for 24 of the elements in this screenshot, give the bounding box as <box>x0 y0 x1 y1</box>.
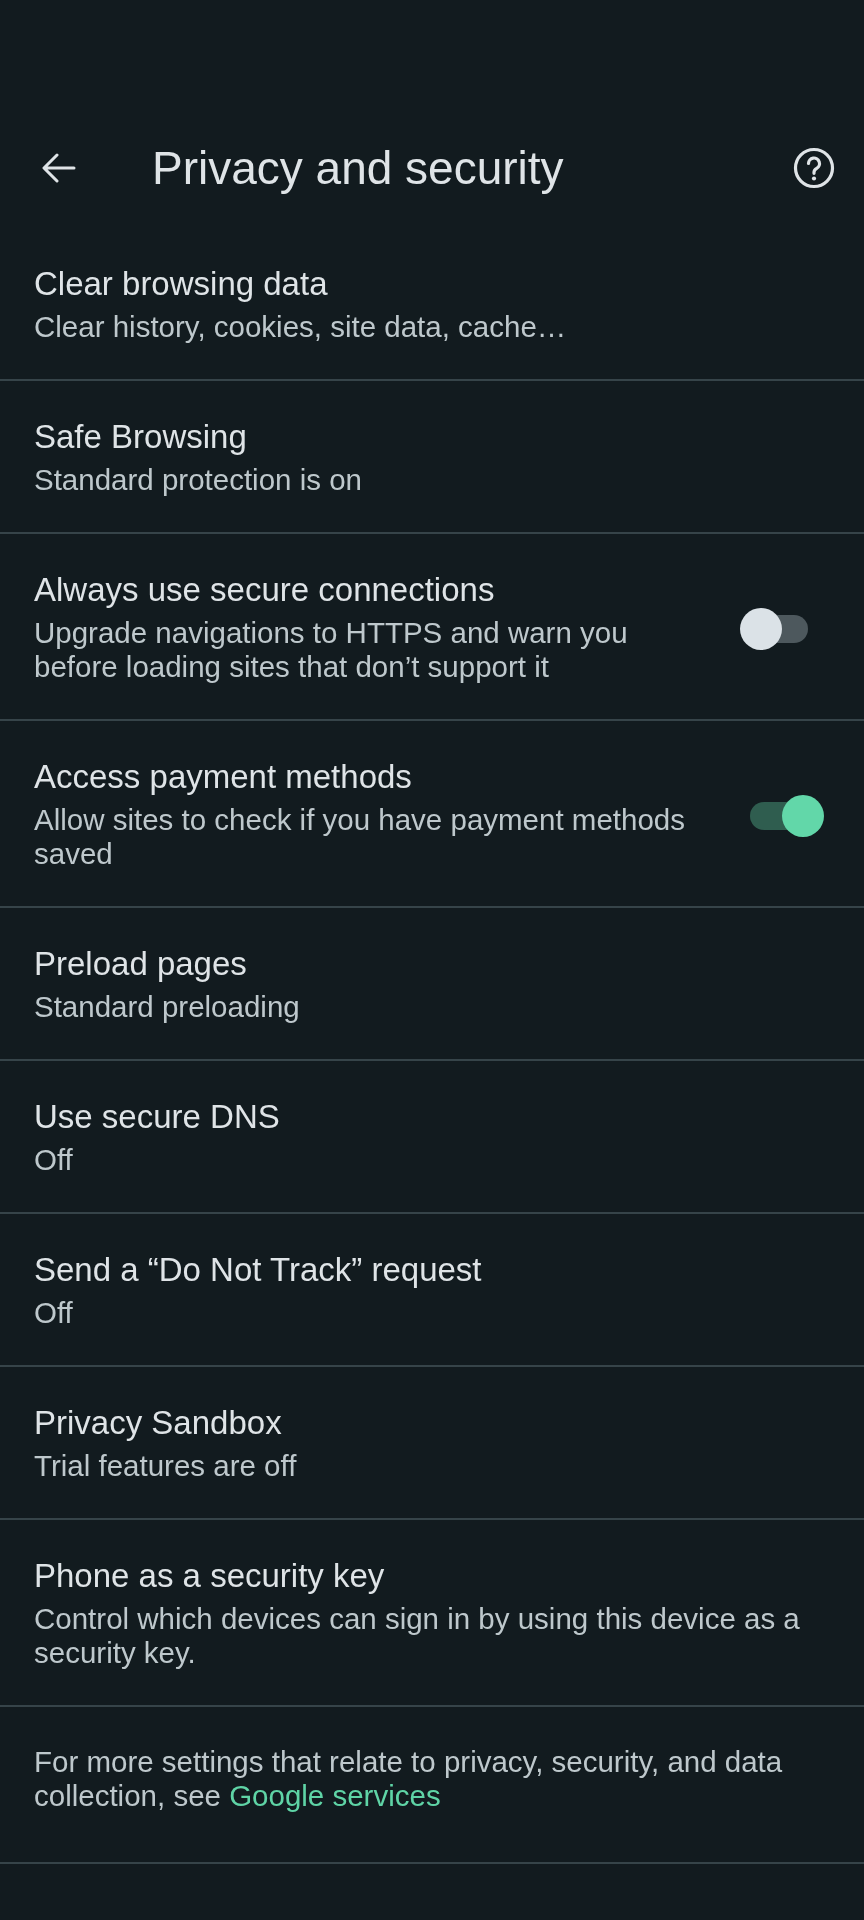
setting-description: Trial features are off <box>34 1449 298 1483</box>
help-button[interactable] <box>792 146 836 190</box>
setting-title[interactable]: Send a “Do Not Track” request <box>34 1254 814 1286</box>
setting-title[interactable]: Use secure DNS <box>34 1101 814 1133</box>
page-title: Privacy and security <box>152 141 564 196</box>
setting-title[interactable]: Phone as a security key <box>34 1560 814 1592</box>
setting-description: Control which devices can sign in by using this device as a security key. <box>34 1602 801 1670</box>
setting-description: Allow sites to check if you have payment methods saved <box>34 803 686 871</box>
setting-description: Off <box>34 1296 74 1330</box>
setting-title[interactable]: Privacy Sandbox <box>34 1407 814 1439</box>
setting-title[interactable]: Clear browsing data <box>34 268 814 300</box>
setting-description: Clear history, cookies, site data, cache… <box>34 310 568 344</box>
help-icon <box>793 147 835 189</box>
setting-description: Off <box>34 1143 74 1177</box>
footer-note: For more settings that relate to privacy, security, and data collection, see Google services <box>34 1745 784 1813</box>
setting-description: Standard preloading <box>34 990 301 1024</box>
setting-description: Upgrade navigations to HTTPS and warn you before loading sites that don’t support it <box>34 616 629 684</box>
back-arrow-icon <box>42 153 76 183</box>
setting-title[interactable]: Preload pages <box>34 948 814 980</box>
setting-title[interactable]: Always use secure connections <box>34 574 698 606</box>
setting-title[interactable]: Safe Browsing <box>34 421 814 453</box>
google-services-link[interactable]: Google services <box>229 1779 441 1812</box>
setting-title[interactable]: Access payment methods <box>34 761 698 793</box>
setting-description: Standard protection is on <box>34 463 363 497</box>
